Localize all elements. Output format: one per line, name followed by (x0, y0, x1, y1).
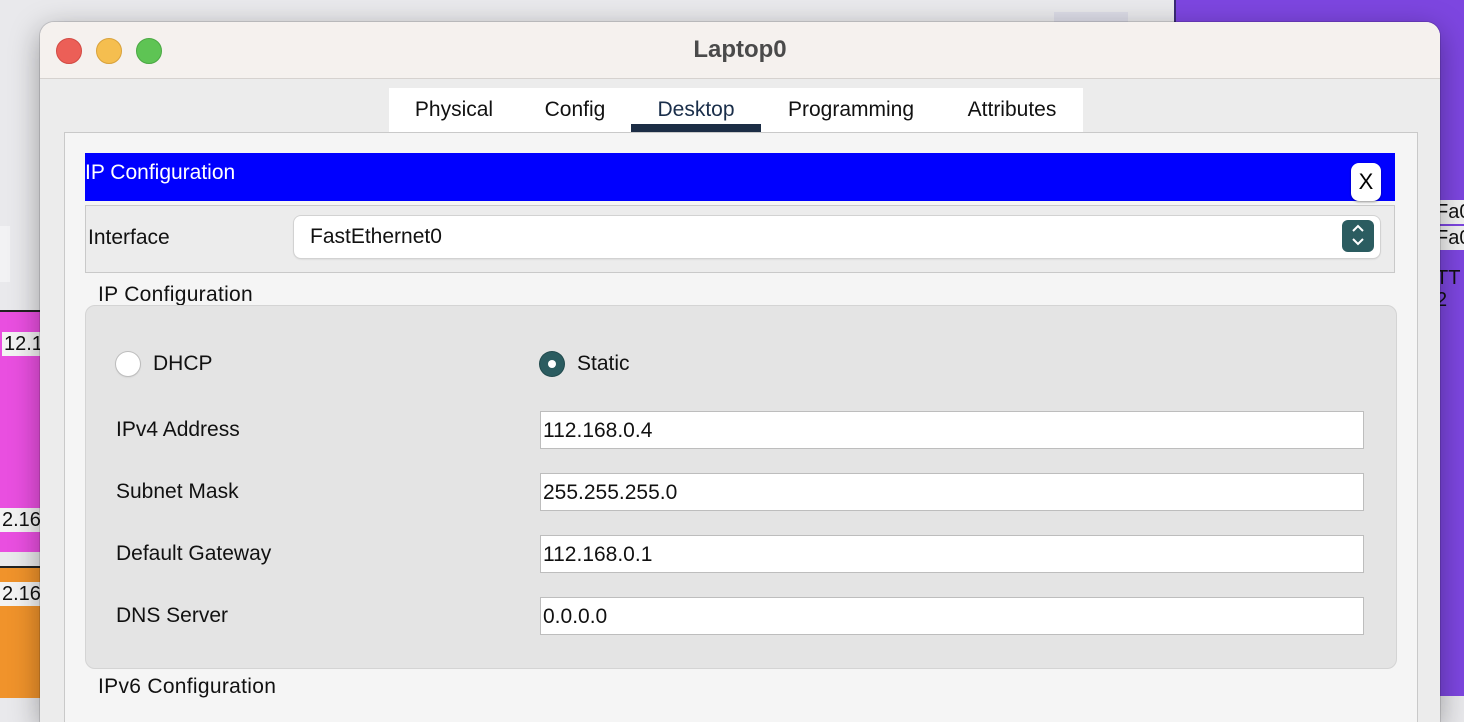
dns-server-input[interactable]: 0.0.0.0 (540, 597, 1364, 635)
workspace-label: 2 (1436, 289, 1448, 311)
tab-desktop[interactable]: Desktop (631, 88, 761, 132)
ip-config-header: IP Configuration X (85, 153, 1395, 201)
interface-value: FastEthernet0 (310, 225, 442, 248)
dns-server-label: DNS Server (116, 604, 229, 627)
interface-label: Interface (88, 226, 170, 249)
subnet-mask-label: Subnet Mask (116, 480, 239, 503)
close-icon[interactable]: X (1351, 163, 1381, 201)
ipv6-section-label: IPv6 Configuration (98, 675, 277, 698)
title-bar[interactable]: Laptop0 (40, 22, 1440, 79)
subnet-mask-value: 255.255.255.0 (543, 481, 678, 504)
tab-physical[interactable]: Physical (389, 88, 519, 132)
ip-config-title: IP Configuration (85, 161, 236, 184)
tab-attributes[interactable]: Attributes (941, 88, 1083, 132)
tab-bar: Physical Config Desktop Programming Attr… (389, 88, 1083, 132)
interface-select[interactable]: FastEthernet0 (294, 216, 1380, 258)
chevron-up-down-icon (1342, 220, 1374, 252)
window-title: Laptop0 (693, 36, 787, 63)
workspace-label: 2.16 (0, 508, 43, 532)
ipv4-section-label: IP Configuration (98, 283, 254, 306)
default-gateway-label: Default Gateway (116, 542, 272, 565)
static-radio[interactable] (540, 352, 564, 376)
workspace-label: TT (1436, 267, 1461, 289)
ipv4-address-value: 112.168.0.4 (543, 419, 653, 442)
ipv4-config-group: DHCP Static IPv4 Address 112.168.0.4 Sub… (85, 305, 1397, 669)
ipv4-address-label: IPv4 Address (116, 418, 240, 441)
workspace-label: Fa0 (1436, 200, 1464, 224)
default-gateway-input[interactable]: 112.168.0.1 (540, 535, 1364, 573)
static-label[interactable]: Static (577, 352, 630, 376)
ipv4-address-input[interactable]: 112.168.0.4 (540, 411, 1364, 449)
dhcp-radio[interactable] (116, 352, 140, 376)
dns-server-value: 0.0.0.0 (543, 605, 608, 628)
subnet-mask-input[interactable]: 255.255.255.0 (540, 473, 1364, 511)
workspace-label: 12.1 (2, 332, 45, 356)
tab-programming[interactable]: Programming (761, 88, 941, 132)
tab-config[interactable]: Config (519, 88, 631, 132)
interface-row: Interface FastEthernet0 (85, 205, 1395, 273)
dhcp-label[interactable]: DHCP (153, 352, 213, 376)
workspace-panel-fragment (0, 226, 10, 282)
default-gateway-value: 112.168.0.1 (543, 543, 653, 566)
workspace-label: 2.16 (0, 582, 43, 606)
desktop-panel: IP Configuration X Interface FastEtherne… (64, 132, 1418, 722)
workspace-label: Fa0 (1436, 226, 1464, 250)
laptop-window: Laptop0 Physical Config Desktop Programm… (40, 22, 1440, 722)
